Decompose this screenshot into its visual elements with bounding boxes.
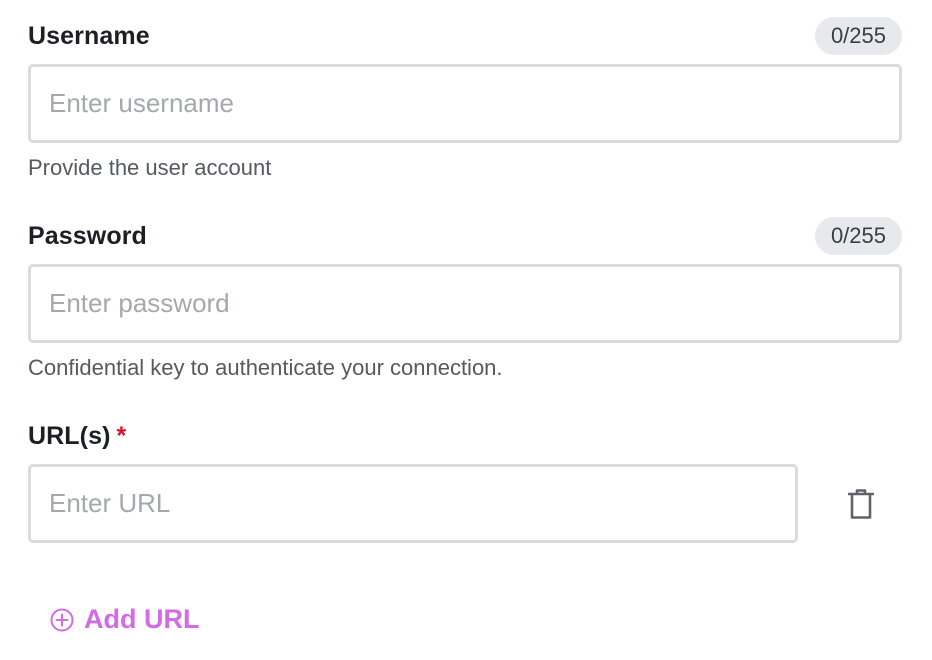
username-field-group: Username 0/255 Provide the user account xyxy=(28,16,902,181)
username-char-counter: 0/255 xyxy=(814,17,902,55)
url-row xyxy=(28,464,902,543)
password-label-row: Password 0/255 xyxy=(28,216,902,256)
username-input-box xyxy=(28,64,902,143)
username-helper-text: Provide the user account xyxy=(28,155,272,180)
urls-label: URL(s) xyxy=(28,421,111,450)
password-helper-text: Confidential key to authenticate your co… xyxy=(28,355,503,380)
connection-form: Username 0/255 Provide the user account … xyxy=(0,0,932,660)
username-label-row: Username 0/255 xyxy=(28,16,902,56)
url-input-box xyxy=(28,464,798,543)
url-input[interactable] xyxy=(31,467,795,540)
trash-icon xyxy=(848,488,874,520)
urls-label-row: URL(s) * xyxy=(28,416,902,456)
delete-url-button[interactable] xyxy=(846,486,876,522)
required-marker: * xyxy=(116,421,127,450)
password-input-box xyxy=(28,264,902,343)
plus-circle-icon xyxy=(50,608,74,632)
username-input[interactable] xyxy=(31,67,899,140)
urls-label-wrap: URL(s) * xyxy=(28,422,126,451)
username-label: Username xyxy=(28,21,150,50)
add-url-label: Add URL xyxy=(84,604,200,634)
add-url-button[interactable]: Add URL xyxy=(50,604,199,635)
password-field-group: Password 0/255 Confidential key to authe… xyxy=(28,216,902,381)
password-input[interactable] xyxy=(31,267,899,340)
urls-field-group: URL(s) * xyxy=(28,416,902,543)
password-label: Password xyxy=(28,221,147,250)
password-char-counter: 0/255 xyxy=(814,217,902,255)
